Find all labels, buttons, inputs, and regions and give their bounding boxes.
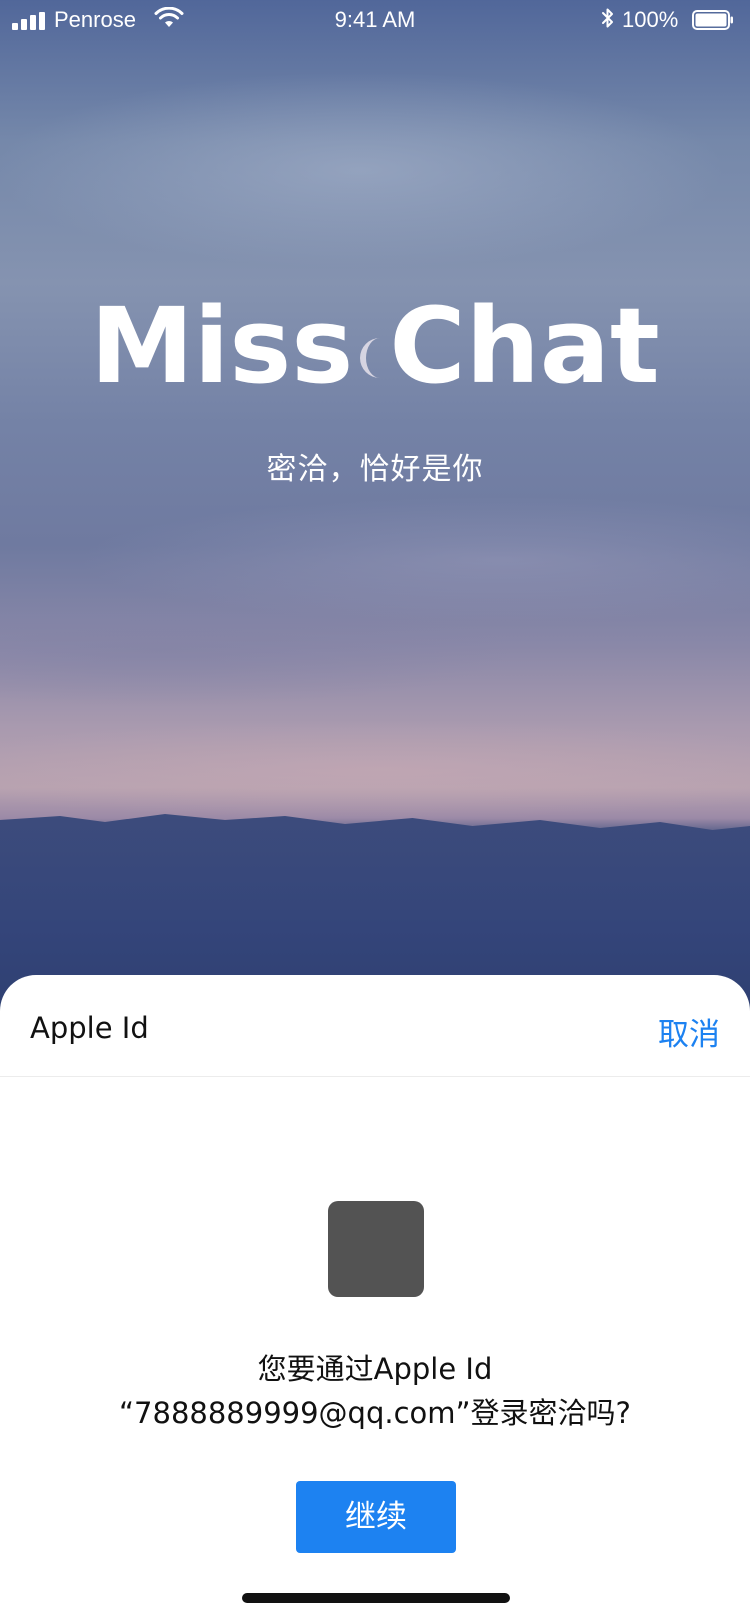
sheet-header: Apple Id 取消 <box>0 975 750 1077</box>
moon-icon <box>360 338 380 378</box>
sheet-title: Apple Id <box>30 1011 149 1045</box>
apple-id-sheet: Apple Id 取消 您要通过Apple Id “7888889999@qq.… <box>0 975 750 1624</box>
battery-icon <box>692 10 733 30</box>
app-slogan: 密洽，恰好是你 <box>266 452 484 487</box>
status-bar: Penrose 9:41 AM 100% <box>0 0 750 40</box>
bluetooth-icon <box>602 8 613 28</box>
continue-button[interactable]: 继续 <box>296 1481 456 1553</box>
login-prompt: 您要通过Apple Id “7888889999@qq.com”登录密洽吗? <box>0 1347 750 1435</box>
prompt-line-2: “7888889999@qq.com”登录密洽吗? <box>119 1396 631 1430</box>
battery-percentage: 100% <box>622 7 679 32</box>
prompt-line-1: 您要通过Apple Id <box>257 1352 493 1386</box>
login-screen: Penrose 9:41 AM 100% Miss Chat 密洽，恰好是你 A… <box>0 0 750 1624</box>
home-indicator[interactable] <box>242 1593 510 1603</box>
cancel-button[interactable]: 取消 <box>658 1009 720 1054</box>
app-icon <box>328 1201 424 1297</box>
